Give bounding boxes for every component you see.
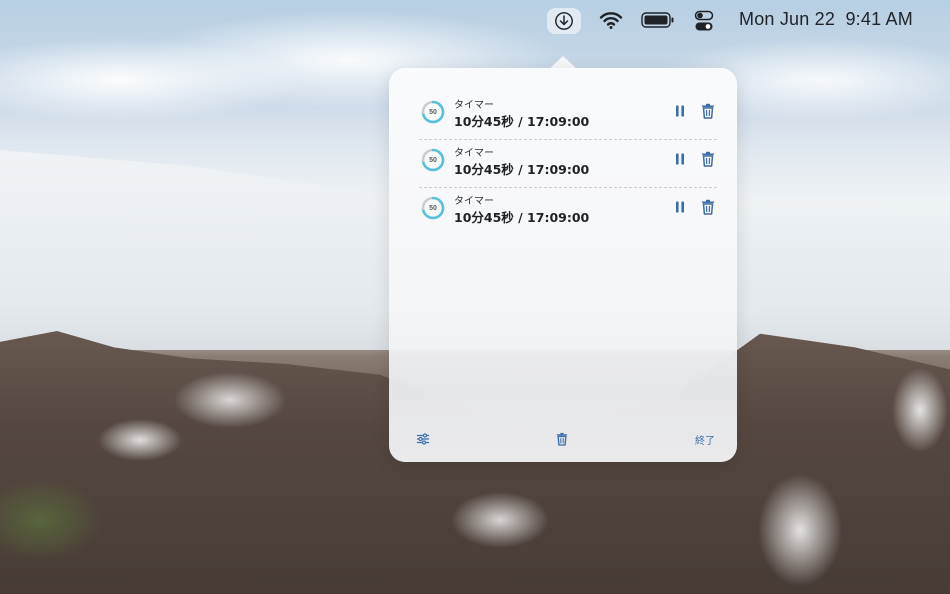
timer-remaining-and-end: 10分45秒 / 17:09:00	[454, 114, 590, 129]
download-status-icon	[555, 12, 573, 30]
timer-ring-value: 50	[429, 156, 437, 164]
clock-date: Mon Jun 22	[739, 9, 836, 29]
control-center-icon	[694, 10, 714, 31]
trash-icon	[556, 432, 568, 446]
pause-timer-button[interactable]	[671, 150, 689, 168]
timer-name: タイマー	[454, 148, 494, 159]
timer-remaining-and-end: 10分45秒 / 17:09:00	[454, 162, 590, 177]
timer-ring-value: 50	[429, 204, 437, 212]
timer-row: 50 タイマー 10分45秒 / 17:09:00	[419, 92, 715, 139]
wifi-menu-extra[interactable]	[599, 10, 623, 30]
wifi-icon	[599, 12, 623, 29]
delete-timer-button[interactable]	[699, 102, 717, 120]
sliders-icon	[416, 433, 430, 445]
pause-icon	[676, 105, 684, 117]
timer-ring-value: 50	[429, 108, 437, 116]
timer-remaining-and-end: 10分45秒 / 17:09:00	[454, 210, 590, 225]
timer-name: タイマー	[454, 196, 494, 207]
timer-row: 50 タイマー 10分45秒 / 17:09:00	[419, 188, 715, 235]
trash-icon	[702, 103, 714, 119]
battery-menu-extra[interactable]	[641, 10, 675, 30]
pause-timer-button[interactable]	[671, 198, 689, 216]
pause-icon	[676, 201, 684, 213]
pause-timer-button[interactable]	[671, 102, 689, 120]
timer-name: タイマー	[454, 100, 494, 111]
battery-icon	[641, 12, 674, 28]
clock-time: 9:41 AM	[845, 9, 913, 29]
control-center-menu-extra[interactable]	[694, 10, 714, 32]
settings-button[interactable]	[416, 432, 430, 446]
trash-icon	[702, 151, 714, 167]
download-status-menu-extra[interactable]	[547, 8, 581, 34]
menu-bar-clock[interactable]: Mon Jun 22 9:41 AM	[739, 9, 913, 30]
timer-row: 50 タイマー 10分45秒 / 17:09:00	[419, 140, 715, 187]
clear-all-timers-button[interactable]	[556, 432, 568, 446]
quit-button[interactable]: 終了	[695, 432, 715, 447]
pause-icon	[676, 153, 684, 165]
delete-timer-button[interactable]	[699, 150, 717, 168]
timer-popover: 50 タイマー 10分45秒 / 17:09:00 50 タイマー 10分45秒…	[389, 68, 737, 462]
delete-timer-button[interactable]	[699, 198, 717, 216]
trash-icon	[702, 199, 714, 215]
menu-bar: Mon Jun 22 9:41 AM	[0, 0, 950, 40]
